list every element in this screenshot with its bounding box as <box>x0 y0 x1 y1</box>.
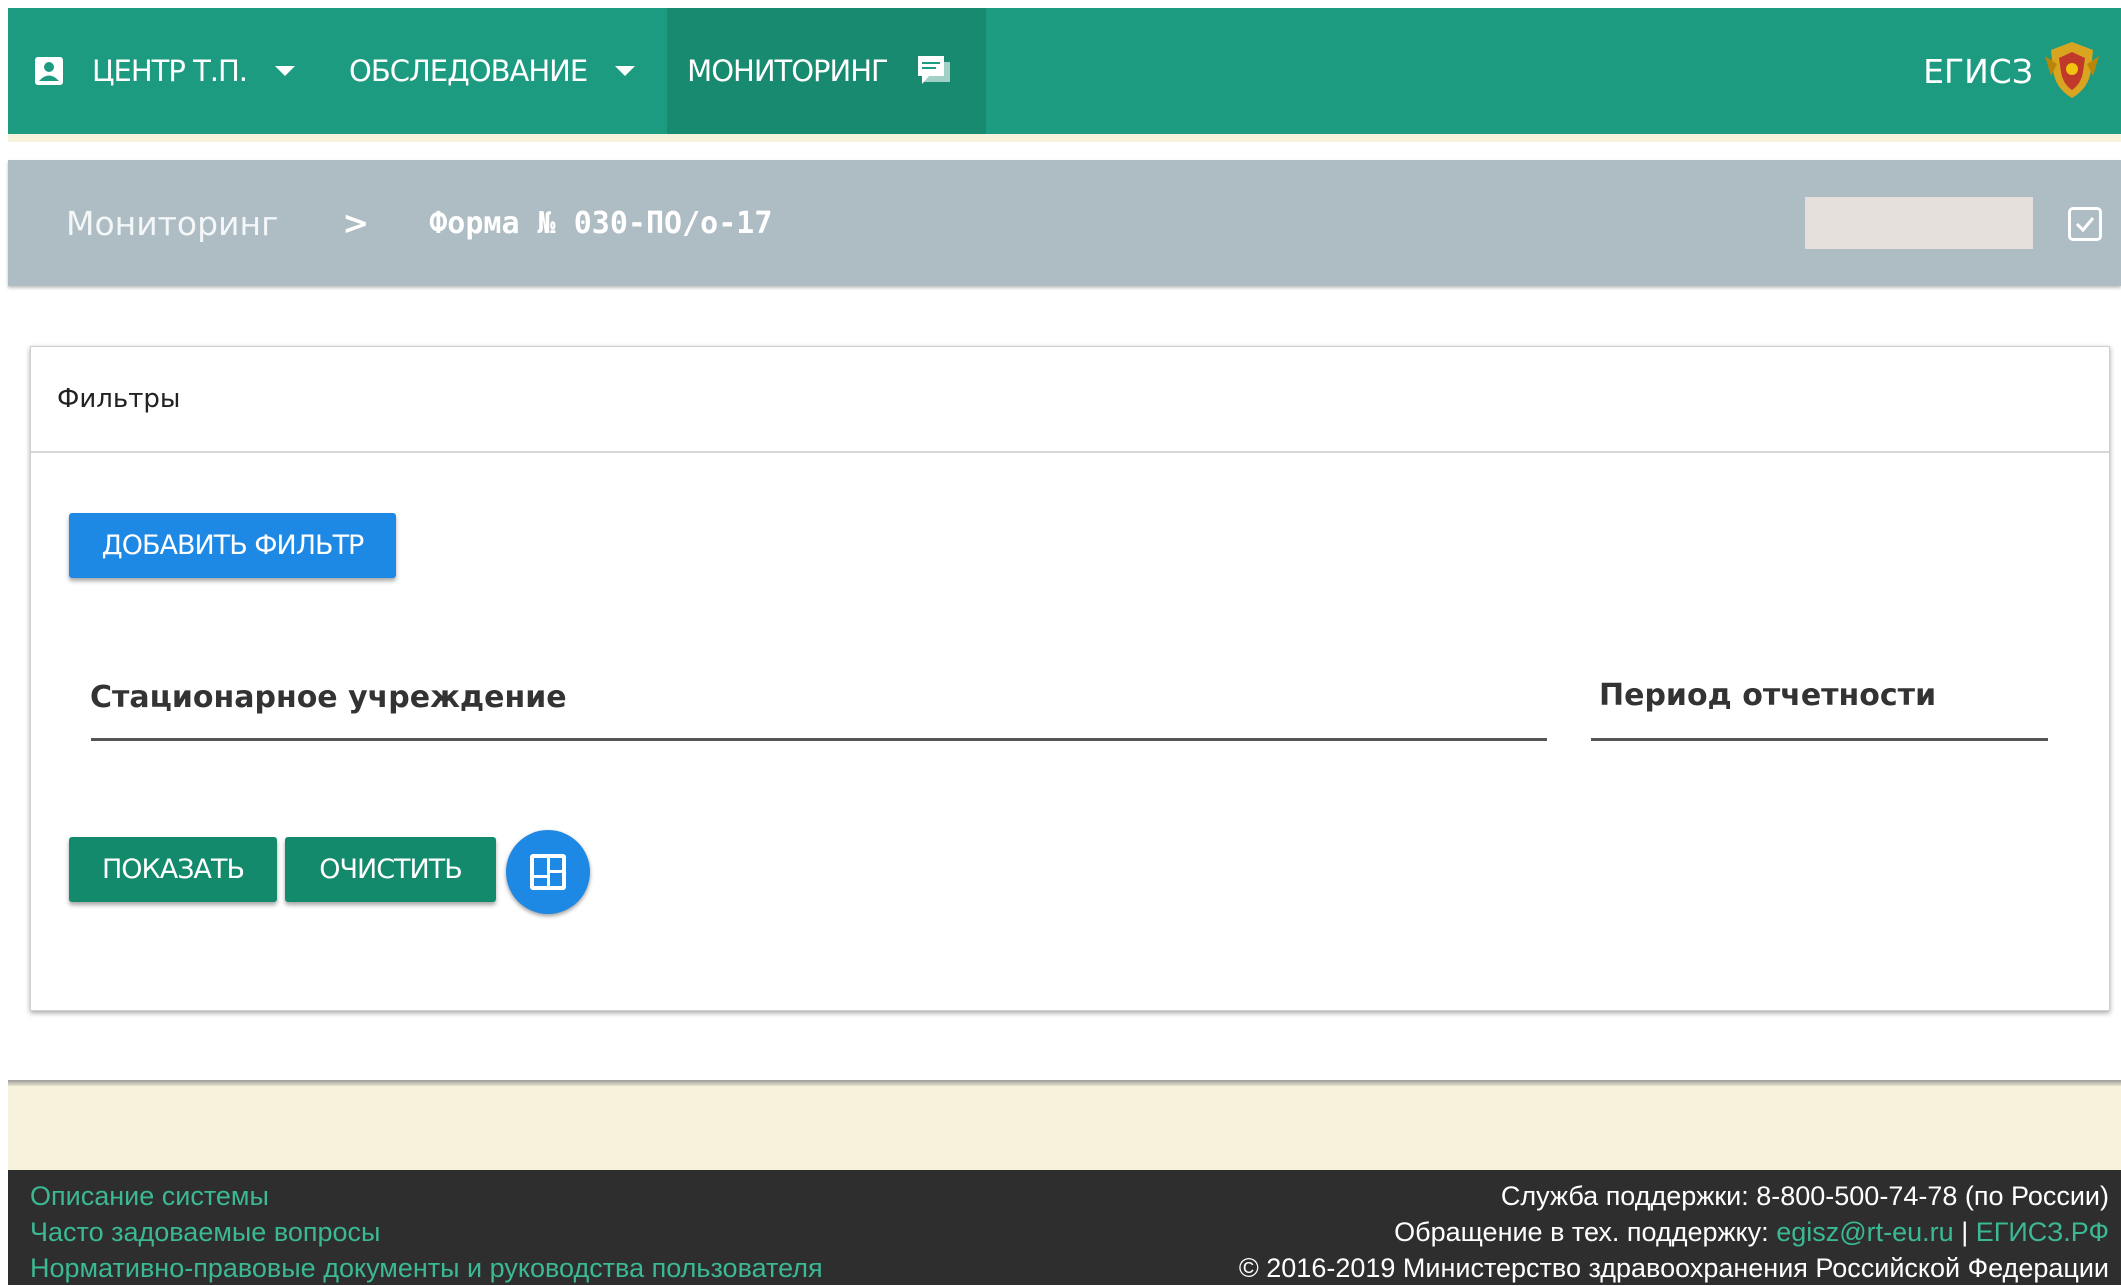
nav-item-survey-label: ОБСЛЕДОВАНИЕ <box>349 54 588 88</box>
bottom-band <box>8 1086 2121 1170</box>
spacer <box>8 142 2121 160</box>
footer-link-docs[interactable]: Нормативно-правовые документы и руководс… <box>30 1250 823 1286</box>
chat-icon[interactable] <box>916 54 952 88</box>
check-icon[interactable] <box>2068 207 2102 241</box>
support-contact-separator: | <box>1961 1217 1969 1247</box>
caret-down-icon[interactable] <box>275 66 296 76</box>
layout-button[interactable] <box>506 830 590 914</box>
caret-down-icon[interactable] <box>615 66 636 76</box>
breadcrumb-input[interactable] <box>1805 197 2033 249</box>
nav-item-center-label: ЦЕНТР Т.П. <box>92 54 248 88</box>
show-button[interactable]: ПОКАЗАТЬ <box>69 837 277 902</box>
footer-info: Служба поддержки: 8-800-500-74-78 (по Ро… <box>1239 1178 2109 1286</box>
support-email-link[interactable]: egisz@rt-eu.ru <box>1776 1217 1953 1247</box>
breadcrumb-root[interactable]: Мониторинг <box>66 204 278 243</box>
top-nav: ЦЕНТР Т.П. ОБСЛЕДОВАНИЕ МОНИТОРИНГ <box>8 8 2121 134</box>
nav-divider <box>8 134 2121 142</box>
nav-item-monitoring[interactable]: МОНИТОРИНГ <box>667 8 986 134</box>
breadcrumb: Мониторинг > Форма № 030-ПО/о-17 <box>8 160 2121 286</box>
support-contact: Обращение в тех. поддержку: egisz@rt-eu.… <box>1239 1214 2109 1250</box>
institution-field[interactable] <box>91 738 1547 741</box>
nav-item-monitoring-label: МОНИТОРИНГ <box>687 54 889 88</box>
period-field-label: Период отчетности <box>1599 678 1937 713</box>
layout-icon <box>530 854 566 890</box>
site-link[interactable]: ЕГИСЗ.РФ <box>1976 1217 2109 1247</box>
footer: Описание системы Часто задоваемые вопрос… <box>8 1170 2121 1285</box>
clear-button[interactable]: ОЧИСТИТЬ <box>285 837 496 902</box>
add-filter-button[interactable]: ДОБАВИТЬ ФИЛЬТР <box>69 513 396 578</box>
footer-link-description[interactable]: Описание системы <box>30 1178 823 1214</box>
period-field[interactable] <box>1591 738 2048 741</box>
checkmark-icon <box>2075 217 2095 233</box>
emblem-icon <box>2045 42 2099 98</box>
brand[interactable]: ЕГИСЗ <box>1923 8 2101 134</box>
support-contact-prefix: Обращение в тех. поддержку: <box>1394 1217 1769 1247</box>
person-icon <box>35 57 63 85</box>
filters-card: Фильтры ДОБАВИТЬ ФИЛЬТР Стационарное учр… <box>30 346 2110 1011</box>
breadcrumb-current: Форма № 030-ПО/о-17 <box>429 205 773 241</box>
institution-field-label: Стационарное учреждение <box>90 680 567 715</box>
nav-item-center[interactable]: ЦЕНТР Т.П. <box>8 8 315 134</box>
breadcrumb-separator: > <box>342 204 370 242</box>
support-phone: Служба поддержки: 8-800-500-74-78 (по Ро… <box>1500 1181 2109 1211</box>
footer-link-faq[interactable]: Часто задоваемые вопросы <box>30 1214 823 1250</box>
filters-title: Фильтры <box>31 347 2109 453</box>
copyright: © 2016-2019 Министерство здравоохранения… <box>1238 1253 2109 1283</box>
brand-label: ЕГИСЗ <box>1923 51 2033 91</box>
nav-item-survey[interactable]: ОБСЛЕДОВАНИЕ <box>329 8 655 134</box>
footer-links: Описание системы Часто задоваемые вопрос… <box>30 1178 823 1286</box>
